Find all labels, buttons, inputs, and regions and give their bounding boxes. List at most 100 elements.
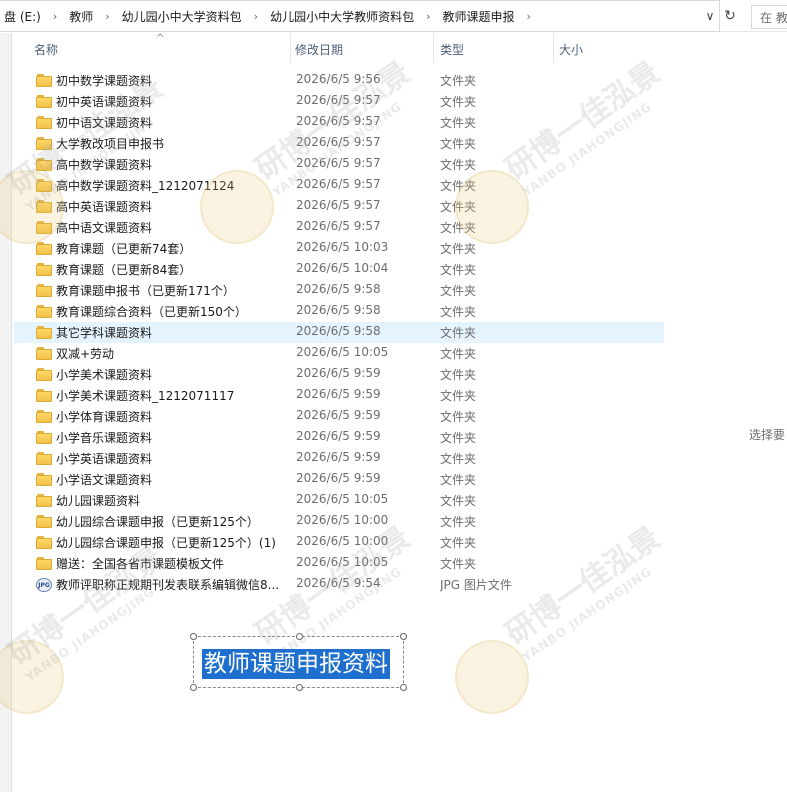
file-row[interactable]: 高中语文课题资料 2026/6/5 9:57 文件夹: [14, 217, 664, 238]
file-row[interactable]: 初中数学课题资料 2026/6/5 9:56 文件夹: [14, 70, 664, 91]
file-row[interactable]: 赠送：全国各省市课题模板文件 2026/6/5 10:05 文件夹: [14, 553, 664, 574]
chevron-down-icon[interactable]: ∨: [702, 6, 718, 26]
file-row[interactable]: 教育课题（已更新74套） 2026/6/5 10:03 文件夹: [14, 238, 664, 259]
watermark-seal: [455, 640, 529, 714]
file-row[interactable]: 小学英语课题资料 2026/6/5 9:59 文件夹: [14, 448, 664, 469]
file-name[interactable]: 教育课题申报书（已更新171个）: [56, 282, 292, 299]
file-list: 初中数学课题资料 2026/6/5 9:56 文件夹 初中英语课题资料 2026/6/5…: [14, 70, 664, 595]
file-modified-date: 2026/6/5 9:59: [296, 366, 381, 380]
file-name[interactable]: 教育课题（已更新74套）: [56, 240, 292, 257]
resize-handle[interactable]: [296, 633, 303, 640]
file-row[interactable]: 幼儿园综合课题申报（已更新125个） 2026/6/5 10:00 文件夹: [14, 511, 664, 532]
file-row[interactable]: 小学体育课题资料 2026/6/5 9:59 文件夹: [14, 406, 664, 427]
breadcrumb-teacher[interactable]: 教师: [65, 8, 97, 25]
file-name[interactable]: 小学英语课题资料: [56, 450, 292, 467]
breadcrumb-package[interactable]: 幼儿园小中大学资料包: [118, 8, 246, 25]
file-name[interactable]: 小学体育课题资料: [56, 408, 292, 425]
breadcrumb-teacher-package[interactable]: 幼儿园小中大学教师资料包: [266, 8, 418, 25]
resize-handle[interactable]: [296, 684, 303, 691]
file-row[interactable]: 高中英语课题资料 2026/6/5 9:57 文件夹: [14, 196, 664, 217]
file-type: 文件夹: [440, 452, 477, 466]
chevron-right-icon[interactable]: ›: [418, 10, 438, 23]
file-type: 文件夹: [440, 242, 477, 256]
file-row[interactable]: 教育课题申报书（已更新171个） 2026/6/5 9:58 文件夹: [14, 280, 664, 301]
breadcrumb-drive[interactable]: 盘 (E:): [0, 8, 45, 25]
file-row[interactable]: 高中数学课题资料 2026/6/5 9:57 文件夹: [14, 154, 664, 175]
file-name[interactable]: 高中语文课题资料: [56, 219, 292, 236]
column-header-type[interactable]: 类型: [440, 41, 464, 58]
chevron-right-icon[interactable]: ›: [97, 10, 117, 23]
file-row[interactable]: 幼儿园综合课题申报（已更新125个）(1) 2026/6/5 10:00 文件夹: [14, 532, 664, 553]
file-name[interactable]: 高中英语课题资料: [56, 198, 292, 215]
folder-icon: [36, 74, 52, 88]
breadcrumb-current[interactable]: 教师课题申报: [438, 8, 518, 25]
file-name[interactable]: 初中英语课题资料: [56, 93, 292, 110]
file-row[interactable]: 小学美术课题资料 2026/6/5 9:59 文件夹: [14, 364, 664, 385]
file-row[interactable]: 大学教改项目申报书 2026/6/5 9:57 文件夹: [14, 133, 664, 154]
file-name[interactable]: 小学美术课题资料_1212071117: [56, 387, 292, 404]
file-row[interactable]: 小学音乐课题资料 2026/6/5 9:59 文件夹: [14, 427, 664, 448]
folder-icon: [36, 536, 52, 550]
resize-handle[interactable]: [190, 684, 197, 691]
column-headers: ^ 名称 修改日期 类型 大小: [14, 33, 664, 65]
file-row[interactable]: 初中英语课题资料 2026/6/5 9:57 文件夹: [14, 91, 664, 112]
file-type: 文件夹: [440, 557, 477, 571]
file-name[interactable]: 教育课题综合资料（已更新150个）: [56, 303, 292, 320]
chevron-right-icon[interactable]: ›: [45, 10, 65, 23]
file-row[interactable]: 其它学科课题资料 2026/6/5 9:58 文件夹: [14, 322, 664, 343]
folder-icon: [36, 515, 52, 529]
file-name[interactable]: 教育课题（已更新84套）: [56, 261, 292, 278]
file-type: 文件夹: [440, 410, 477, 424]
file-name[interactable]: 幼儿园综合课题申报（已更新125个）(1): [56, 534, 292, 551]
file-modified-date: 2026/6/5 9:57: [296, 114, 381, 128]
file-name[interactable]: 小学美术课题资料: [56, 366, 292, 383]
file-row[interactable]: 教育课题（已更新84套） 2026/6/5 10:04 文件夹: [14, 259, 664, 280]
refresh-icon[interactable]: ↻: [721, 6, 739, 26]
file-name[interactable]: 小学音乐课题资料: [56, 429, 292, 446]
file-row[interactable]: 教育课题综合资料（已更新150个） 2026/6/5 9:58 文件夹: [14, 301, 664, 322]
file-name[interactable]: 高中数学课题资料_1212071124: [56, 177, 292, 194]
folder-icon: [36, 326, 52, 340]
file-name[interactable]: 小学语文课题资料: [56, 471, 292, 488]
file-modified-date: 2026/6/5 9:59: [296, 387, 381, 401]
column-divider[interactable]: [553, 33, 554, 63]
column-header-date[interactable]: 修改日期: [295, 41, 343, 58]
column-divider[interactable]: [433, 33, 434, 63]
folder-icon: [36, 137, 52, 151]
resize-handle[interactable]: [400, 684, 407, 691]
file-name[interactable]: 高中数学课题资料: [56, 156, 292, 173]
file-name[interactable]: 双减+劳动: [56, 345, 292, 362]
file-name[interactable]: 赠送：全国各省市课题模板文件: [56, 555, 292, 572]
file-name[interactable]: 初中数学课题资料: [56, 72, 292, 89]
column-header-size[interactable]: 大小: [559, 41, 583, 58]
address-bar: 盘 (E:) › 教师 › 幼儿园小中大学资料包 › 幼儿园小中大学教师资料包 …: [0, 0, 787, 32]
file-name[interactable]: 教师评职称正规期刊发表联系编辑微信8...: [56, 576, 292, 593]
search-input[interactable]: 在 教: [751, 5, 787, 29]
file-row[interactable]: 小学美术课题资料_1212071117 2026/6/5 9:59 文件夹: [14, 385, 664, 406]
preview-pane-message: 选择要: [749, 428, 786, 442]
file-name[interactable]: 幼儿园综合课题申报（已更新125个）: [56, 513, 292, 530]
column-divider[interactable]: [290, 33, 291, 63]
file-row[interactable]: JPG 教师评职称正规期刊发表联系编辑微信8... 2026/6/5 9:54 JPG…: [14, 574, 664, 595]
file-type: 文件夹: [440, 137, 477, 151]
file-row[interactable]: 高中数学课题资料_1212071124 2026/6/5 9:57 文件夹: [14, 175, 664, 196]
file-row[interactable]: 小学语文课题资料 2026/6/5 9:59 文件夹: [14, 469, 664, 490]
file-row[interactable]: 双减+劳动 2026/6/5 10:05 文件夹: [14, 343, 664, 364]
file-name[interactable]: 初中语文课题资料: [56, 114, 292, 131]
resize-handle[interactable]: [190, 633, 197, 640]
file-row[interactable]: 初中语文课题资料 2026/6/5 9:57 文件夹: [14, 112, 664, 133]
file-name[interactable]: 大学教改项目申报书: [56, 135, 292, 152]
file-name[interactable]: 其它学科课题资料: [56, 324, 292, 341]
overlay-title[interactable]: 教师课题申报资料: [202, 649, 390, 679]
file-name[interactable]: 幼儿园课题资料: [56, 492, 292, 509]
text-box[interactable]: 教师课题申报资料: [190, 633, 407, 691]
file-modified-date: 2026/6/5 9:57: [296, 177, 381, 191]
resize-handle[interactable]: [400, 633, 407, 640]
chevron-right-icon[interactable]: ›: [246, 10, 266, 23]
breadcrumb[interactable]: 盘 (E:) › 教师 › 幼儿园小中大学资料包 › 幼儿园小中大学教师资料包 …: [0, 0, 720, 32]
column-header-name[interactable]: 名称: [34, 41, 58, 58]
folder-icon: [36, 347, 52, 361]
folder-icon: [36, 473, 52, 487]
file-row[interactable]: 幼儿园课题资料 2026/6/5 10:05 文件夹: [14, 490, 664, 511]
chevron-right-icon[interactable]: ›: [519, 10, 539, 23]
